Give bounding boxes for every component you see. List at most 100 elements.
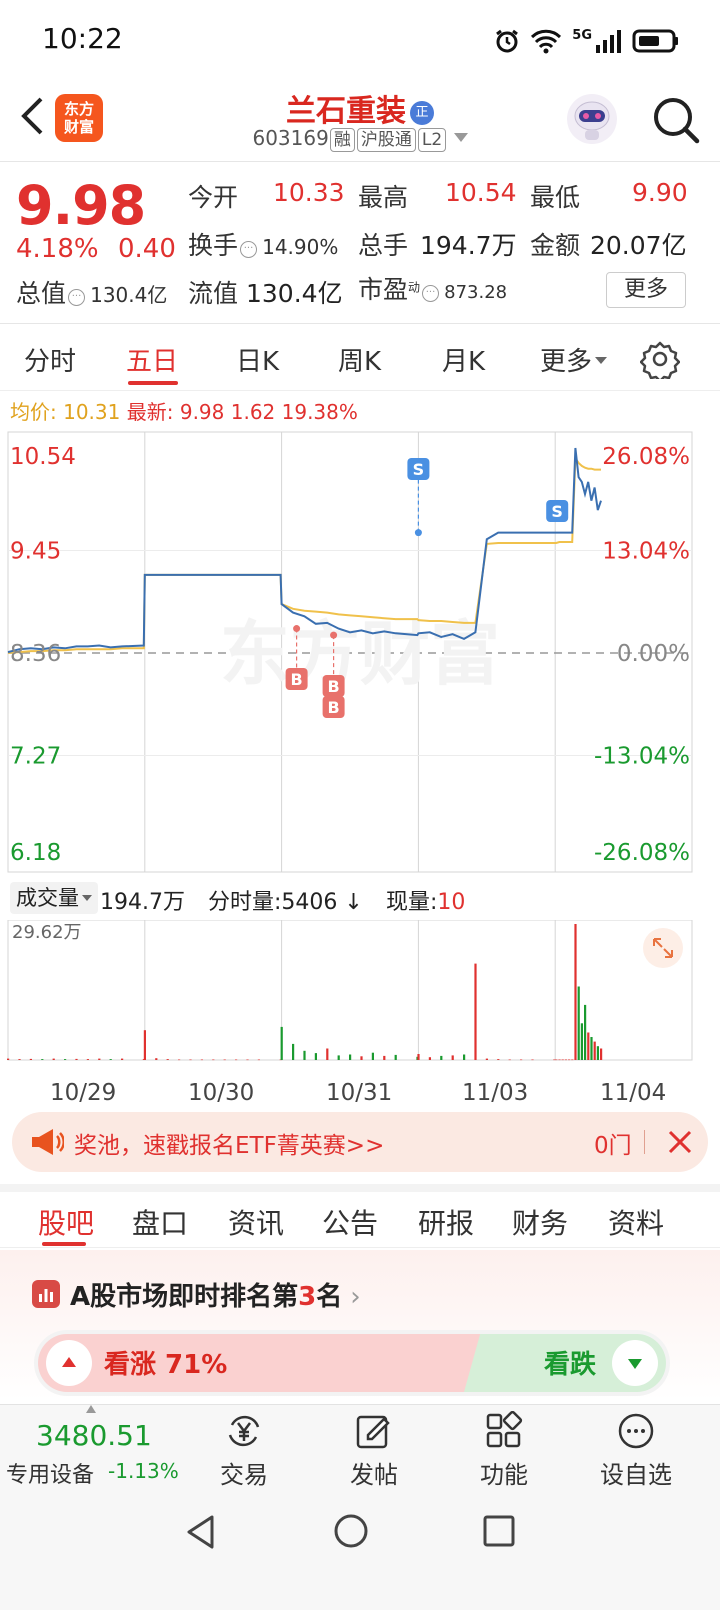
volume-bar [593, 1041, 596, 1060]
pe-label: 市盈 [358, 275, 409, 304]
marker-dot [414, 529, 422, 537]
volume-bar [531, 1059, 534, 1061]
volume-bar [508, 1059, 511, 1061]
tab-weekly-k[interactable]: 周K [338, 341, 381, 378]
chart-tabs: 分时 五日 日K 周K 月K 更多 [0, 325, 720, 391]
tab-forum[interactable]: 股吧 [38, 1202, 94, 1242]
vote-down-label: 看跌 [544, 1350, 597, 1380]
sector-index[interactable]: 3480.51 专用设备 -1.13% [0, 1405, 180, 1497]
volume-bar [166, 1059, 169, 1060]
indicator-select[interactable]: 成交量 [10, 882, 98, 914]
volume-bar [280, 1026, 283, 1060]
tab-financials[interactable]: 财务 [512, 1202, 568, 1242]
volume-bar [463, 1054, 466, 1060]
tab-more[interactable]: 更多 [540, 341, 608, 378]
level2-tag: L2 [417, 128, 447, 152]
recents-square-icon[interactable] [482, 1514, 516, 1548]
five-day-price-chart[interactable]: 东方财富 10.54 9.45 8.36 7.27 6.18 26.08% 13.04% 0.0… [0, 428, 720, 878]
nav-functions[interactable]: 功能 [454, 1411, 554, 1490]
ranking-number: 3 [298, 1282, 317, 1312]
volume-bar [561, 1059, 564, 1061]
y-axis-label: 6.18 [10, 840, 61, 866]
tab-news[interactable]: 资讯 [228, 1202, 284, 1242]
tab-order-book[interactable]: 盘口 [132, 1202, 188, 1242]
home-circle-icon[interactable] [332, 1512, 370, 1550]
promo-banner[interactable]: 奖池，速戳报名ETF菁英赛>> 0门 [12, 1112, 708, 1172]
network-type: 5G [572, 27, 592, 43]
pct-axis-label: 13.04% [602, 539, 690, 565]
y-axis-label: 7.27 [10, 744, 61, 770]
sentiment-vote: 看涨 71% 看跌 [34, 1330, 670, 1396]
date-label: 11/04 [600, 1080, 667, 1106]
amount-label: 金额 [530, 231, 581, 260]
close-icon[interactable] [662, 1122, 698, 1162]
volume-bar [600, 1048, 603, 1060]
caret-down-icon [595, 357, 608, 364]
change-percent: 4.18% [16, 234, 99, 264]
volume-bar [349, 1054, 352, 1060]
chevron-right-icon: › [350, 1282, 361, 1312]
sector-name: 专用设备 [6, 1463, 95, 1488]
more-circle-icon [618, 1413, 654, 1449]
pct-axis-label: 0.00% [617, 641, 690, 667]
volume-bar [121, 1058, 124, 1060]
gear-icon[interactable] [640, 339, 680, 379]
chart-bars-icon [32, 1280, 60, 1308]
volume-value: 194.7万 [420, 231, 517, 260]
vote-up-label: 看涨 71% [104, 1350, 228, 1380]
pe-item[interactable]: 市盈动 ··· 873.28 [358, 270, 507, 306]
nav-watchlist[interactable]: 设自选 [586, 1411, 686, 1490]
nav-trade[interactable]: 交易 [194, 1411, 294, 1490]
back-triangle-icon[interactable] [184, 1514, 218, 1550]
volume-bar [109, 1059, 112, 1060]
turnover-item[interactable]: 换手 ··· 14.90% [188, 226, 338, 262]
change-amount: 0.40 [118, 234, 176, 264]
zheng-badge: 正 [410, 101, 434, 125]
tab-daily-k[interactable]: 日K [236, 341, 279, 378]
tab-monthly-k[interactable]: 月K [442, 341, 485, 378]
last-price: 9.98 [16, 174, 146, 237]
yen-cycle-icon [228, 1415, 260, 1447]
market-cap-item[interactable]: 总值 ··· 130.4亿 [16, 274, 167, 310]
tick-volume-value: 5406 [281, 890, 338, 915]
tab-announcements[interactable]: 公告 [322, 1202, 378, 1242]
bottom-nav: 3480.51 专用设备 -1.13% 交易 发帖 功能 设自选 [0, 1404, 720, 1496]
indicator-label: 成交量 [16, 886, 79, 910]
tab-profile[interactable]: 资料 [608, 1202, 664, 1242]
ai-assistant-icon[interactable] [565, 92, 619, 146]
alarm-icon [496, 29, 519, 53]
volume-bar [235, 1059, 238, 1061]
ranking-text[interactable]: A股市场即时排名第3名 › [70, 1276, 361, 1313]
tab-intraday[interactable]: 分时 [24, 341, 76, 378]
info-icon: ··· [68, 289, 86, 306]
edit-icon [356, 1415, 390, 1449]
volume-bar [474, 963, 477, 1060]
vote-up-button[interactable] [46, 1340, 92, 1386]
latest-change: 1.62 [230, 400, 276, 424]
status-icons: 5G [494, 24, 680, 58]
marker-dot [330, 631, 338, 639]
status-bar: 10:22 5G [0, 0, 720, 80]
market-cap-value: 130.4亿 [90, 283, 168, 307]
volume-chart[interactable]: 29.62万 [0, 920, 720, 1070]
vote-down-button[interactable] [612, 1340, 658, 1386]
nav-functions-label: 功能 [480, 1461, 528, 1489]
volume-bar [143, 1030, 146, 1060]
stock-name[interactable]: 兰石重装 [286, 94, 406, 129]
stock-code: 603169 [252, 126, 329, 150]
latest-percent: 19.38% [281, 400, 358, 424]
tab-research[interactable]: 研报 [418, 1202, 474, 1242]
more-quote-button[interactable]: 更多 [606, 272, 686, 308]
nav-trade-label: 交易 [220, 1461, 268, 1489]
volume-bar [200, 1059, 203, 1061]
tab-five-day[interactable]: 五日 [126, 341, 178, 378]
high-label: 最高 [358, 183, 409, 212]
volume-bar [520, 1059, 523, 1061]
volume-bar [64, 1059, 67, 1060]
volume-bar [555, 1059, 558, 1061]
nav-post[interactable]: 发帖 [324, 1411, 424, 1490]
volume-bar [568, 1059, 571, 1061]
search-icon[interactable] [650, 94, 702, 146]
tick-volume-label: 分时量: [208, 890, 282, 915]
banner-text: 奖池，速戳报名ETF菁英赛>> [74, 1133, 385, 1159]
